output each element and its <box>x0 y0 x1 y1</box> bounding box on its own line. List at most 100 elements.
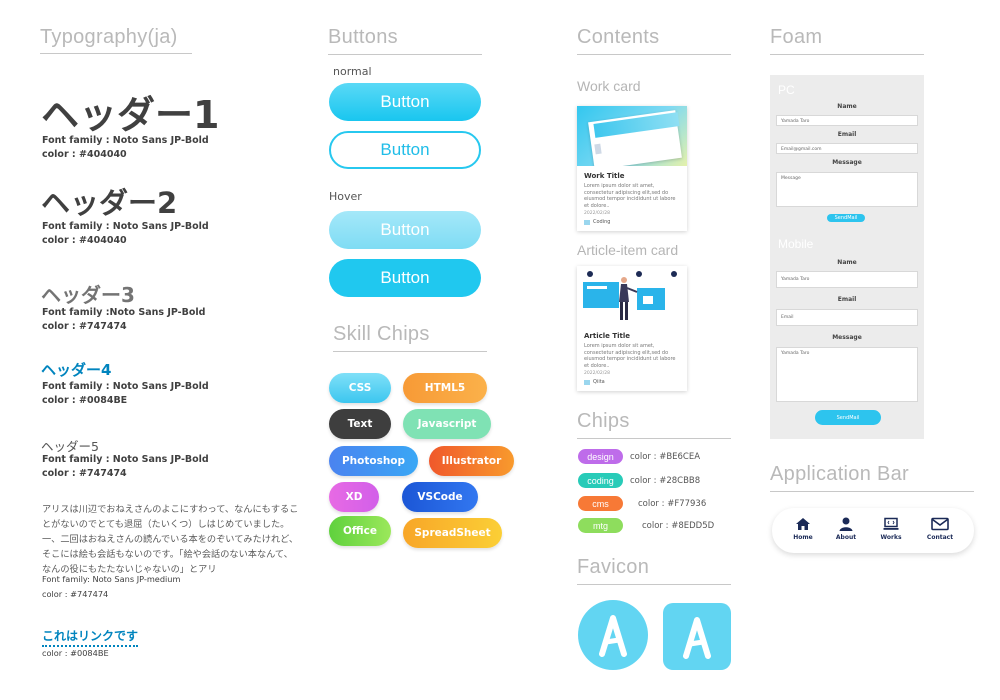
skill-chip-illustrator[interactable]: Illustrator <box>429 446 514 476</box>
hover-label: Hover <box>329 190 362 203</box>
app-bar-works[interactable]: Works <box>871 517 911 541</box>
primary-button-hover[interactable]: Button <box>329 211 481 249</box>
pc-label: PC <box>778 83 795 97</box>
work-card-label: Work card <box>577 78 641 94</box>
form-title: Foam <box>770 26 823 48</box>
favicon-divider <box>577 584 731 585</box>
work-card-title: Work Title <box>584 172 625 180</box>
header-1-color: color : #404040 <box>42 149 127 160</box>
chip-cms-color: color : #F77936 <box>638 499 707 509</box>
header-4-font: Font family : Noto Sans JP-Bold <box>42 381 209 392</box>
article-card-date: 2022/02/28 <box>584 371 610 376</box>
pc-email-field[interactable]: Email@gmail.com <box>776 143 918 154</box>
app-bar-title: Application Bar <box>770 463 910 485</box>
chip-design-color: color : #BE6CEA <box>630 452 701 462</box>
mobile-sendmail-button[interactable]: SendMail <box>815 410 881 425</box>
header-4: ヘッダー4 <box>41 361 112 379</box>
buttons-divider <box>328 54 482 55</box>
skill-chips-title: Skill Chips <box>333 323 430 345</box>
contents-divider <box>577 54 731 55</box>
skill-chip-xd[interactable]: XD <box>329 482 379 512</box>
app-bar-about[interactable]: About <box>826 517 866 541</box>
work-card-tag-label: Coding <box>593 219 611 225</box>
chip-design[interactable]: design <box>578 449 623 464</box>
link-color: color : #0084BE <box>42 648 109 658</box>
chip-mtg[interactable]: mtg <box>578 518 623 533</box>
favicon-square <box>663 603 731 670</box>
tag-icon <box>584 379 590 385</box>
pc-message-label: Message <box>832 159 862 166</box>
form-divider <box>770 54 924 55</box>
presentation-illustration <box>583 271 677 320</box>
mobile-label: Mobile <box>778 237 814 251</box>
skill-chip-spreadsheet[interactable]: SpreadSheet <box>403 518 502 548</box>
pc-sendmail-button[interactable]: SendMail <box>827 214 865 222</box>
outline-button-hover[interactable]: Button <box>329 259 481 297</box>
app-bar-about-label: About <box>835 534 857 541</box>
favicon-title: Favicon <box>577 556 650 578</box>
form-panel: PC Name Yamada Taro Email Email@gmail.co… <box>770 75 924 439</box>
article-card-tag-label: Qiita <box>593 379 605 385</box>
pc-name-label: Name <box>837 103 857 110</box>
mobile-name-label: Name <box>837 259 857 266</box>
header-2-font: Font family : Noto Sans JP-Bold <box>42 221 209 232</box>
mobile-email-field[interactable]: Email <box>776 309 918 326</box>
article-card-text: Lorem ipsum dolor sit amet, consectetur … <box>584 343 676 369</box>
app-bar-home[interactable]: Home <box>783 517 823 541</box>
normal-label: normal <box>333 65 372 78</box>
work-card[interactable]: Work Title Lorem ipsum dolor sit amet, c… <box>577 106 687 231</box>
app-bar-contact-label: Contact <box>926 534 954 541</box>
chips-divider <box>577 438 731 439</box>
mail-icon <box>931 517 949 531</box>
pc-email-label: Email <box>837 131 857 138</box>
pc-name-field[interactable]: Yamada Taro <box>776 115 918 126</box>
outline-button[interactable]: Button <box>329 131 481 169</box>
skill-chip-css[interactable]: CSS <box>329 373 391 403</box>
chips-title: Chips <box>577 410 630 432</box>
header-2-color: color : #404040 <box>42 235 127 246</box>
chip-mtg-color: color : #8EDD5D <box>642 521 715 531</box>
skill-chip-text[interactable]: Text <box>329 409 391 439</box>
mobile-message-label: Message <box>832 334 862 341</box>
paragraph-color: color : #747474 <box>42 589 109 599</box>
skill-chip-office[interactable]: Office <box>329 516 391 546</box>
sample-link[interactable]: これはリンクです <box>42 627 139 647</box>
mobile-email-label: Email <box>837 296 857 303</box>
mobile-name-field[interactable]: Yamada Taro <box>776 271 918 288</box>
primary-button[interactable]: Button <box>329 83 481 121</box>
user-icon <box>839 517 853 531</box>
header-4-color: color : #0084BE <box>42 395 128 406</box>
skill-chips-divider <box>333 351 487 352</box>
skill-chip-javascript[interactable]: Javascript <box>403 409 491 439</box>
chip-coding-color: color : #28CBB8 <box>630 476 701 486</box>
app-bar-home-label: Home <box>793 534 813 541</box>
skill-chip-vscode[interactable]: VSCode <box>402 482 478 512</box>
skill-chip-photoshop[interactable]: Photoshop <box>329 446 418 476</box>
chip-coding[interactable]: coding <box>578 473 623 488</box>
pc-message-field[interactable]: Message <box>776 172 918 207</box>
buttons-title: Buttons <box>328 26 398 48</box>
header-3: ヘッダー3 <box>41 283 135 307</box>
contents-title: Contents <box>577 26 660 48</box>
paragraph-font: Font family: Noto Sans JP-medium <box>42 574 181 584</box>
article-card-label: Article-item card <box>577 242 679 258</box>
article-card[interactable]: Article Title Lorem ipsum dolor sit amet… <box>577 266 687 391</box>
skill-chip-html5[interactable]: HTML5 <box>403 373 487 403</box>
mobile-message-field[interactable]: Yamada Taro <box>776 347 918 402</box>
article-card-title: Article Title <box>584 332 631 340</box>
header-1-font: Font family : Noto Sans JP-Bold <box>42 135 209 146</box>
application-bar: Home About Works Contact <box>772 508 974 553</box>
letter-a-icon <box>599 615 627 657</box>
app-bar-divider <box>770 491 974 492</box>
tag-icon <box>584 219 590 225</box>
body-paragraph: アリスは川辺でおねえさんのよこにすわって、なんにもすることがないのでとても退屈（… <box>42 504 299 575</box>
typography-divider <box>40 53 192 54</box>
app-bar-contact[interactable]: Contact <box>920 517 960 541</box>
chip-cms[interactable]: cms <box>578 496 623 511</box>
app-bar-works-label: Works <box>880 534 902 541</box>
header-5-font: Font family : Noto Sans JP-Bold <box>42 454 209 465</box>
favicon-round <box>578 600 648 670</box>
work-card-tag: Coding <box>577 218 687 231</box>
work-card-thumbnail <box>577 106 687 166</box>
header-1: ヘッダー1 <box>41 93 220 137</box>
